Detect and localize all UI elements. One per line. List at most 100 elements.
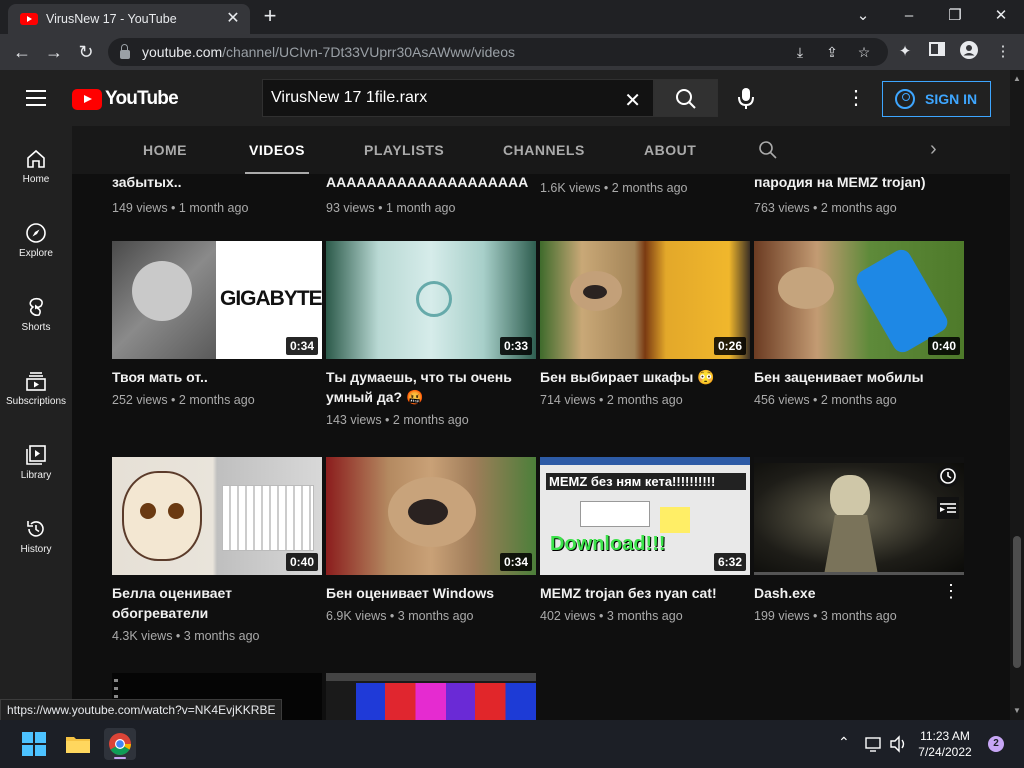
video-title[interactable]: АААААААААААААААААААА [326,174,528,190]
sidebar-item-subscriptions[interactable]: Subscriptions [0,348,72,422]
reload-button[interactable]: ↻ [74,40,98,64]
clear-search-icon[interactable]: ✕ [624,88,641,113]
side-panel-icon[interactable] [926,41,948,63]
video-thumbnail[interactable]: 0:40 [754,241,964,359]
video-card[interactable]: 0:33 Ты думаешь, что ты очень умный да? … [326,241,536,427]
video-title[interactable]: MEMZ trojan без nyan cat! [540,583,740,603]
sidebar-item-history[interactable]: History [0,496,72,570]
video-title[interactable]: забытых.. [112,174,182,190]
video-card[interactable]: 0:40 Белла оценивает обогреватели 4.3K v… [112,457,322,643]
sign-in-button[interactable]: SIGN IN [882,81,991,117]
tab-close-icon[interactable]: ✕ [224,10,242,28]
tab-channels[interactable]: CHANNELS [503,126,585,174]
video-card[interactable]: 0:34 Бен оценивает Windows 6.9K views • … [326,457,536,623]
duration-badge: 0:34 [285,337,318,355]
video-meta: 402 views • 3 months ago [540,609,683,623]
tab-title: VirusNew 17 - YouTube [46,12,177,26]
close-window-button[interactable]: ✕ [986,4,1016,28]
search-button[interactable] [654,79,718,117]
share-icon[interactable]: ⇪ [822,42,842,62]
sidebar-item-shorts[interactable]: Shorts [0,274,72,348]
video-card[interactable] [326,673,536,720]
minimize-button[interactable]: – [894,4,924,28]
video-thumbnail[interactable]: 0:40 [112,457,322,575]
video-thumbnail[interactable] [754,457,964,575]
video-card[interactable]: Dash.exe 199 views • 3 months ago ⋮ [754,457,964,623]
duration-badge: 0:40 [927,337,960,355]
back-button[interactable]: ← [10,40,34,64]
video-meta: 4.3K views • 3 months ago [112,629,260,643]
hamburger-menu-icon[interactable] [26,90,46,106]
new-tab-button[interactable]: + [258,5,282,29]
sidebar-item-label: Home [22,174,50,185]
microphone-icon [738,88,754,109]
chevron-right-icon[interactable]: › [930,138,937,161]
scroll-down-icon[interactable]: ▼ [1013,706,1021,715]
search-icon [676,89,696,109]
system-clock[interactable]: 11:23 AM 7/24/2022 [908,728,982,760]
channel-search-icon[interactable] [758,140,778,165]
scrollbar-thumb[interactable] [1013,536,1021,668]
taskbar: ⌃ 11:23 AM 7/24/2022 2 [0,720,1024,768]
page-scrollbar[interactable]: ▲ ▼ [1010,70,1024,720]
url-field[interactable]: youtube.com/channel/UCIvn-7Dt33VUprr30As… [108,38,888,66]
add-to-queue-icon[interactable] [937,497,959,519]
video-card[interactable]: MEMZ без ням кета!!!!!!!!!! Download!!! … [540,457,750,623]
install-app-icon[interactable]: ⤓ [790,42,810,62]
video-title[interactable]: Бен заценивает мобилы [754,367,954,387]
tab-search-icon[interactable]: ⌄ [848,4,878,28]
video-title[interactable]: Бен оценивает Windows [326,583,526,603]
video-card[interactable]: 0:40 Бен заценивает мобилы 456 views • 2… [754,241,964,407]
sidebar-item-library[interactable]: Library [0,422,72,496]
restore-button[interactable]: ❐ [940,4,970,28]
video-title[interactable]: Белла оценивает обогреватели [112,583,312,623]
video-thumbnail[interactable]: 0:34 [326,457,536,575]
video-more-icon[interactable]: ⋮ [942,579,960,603]
voice-search-button[interactable] [732,84,760,112]
settings-more-icon[interactable]: ⋮ [846,86,866,110]
search-input[interactable] [271,89,611,107]
volume-icon[interactable] [888,734,908,754]
sidebar-item-explore[interactable]: Explore [0,200,72,274]
file-explorer-icon[interactable] [62,728,94,760]
extensions-puzzle-icon[interactable]: ✦ [894,41,916,63]
browser-menu-icon[interactable]: ⋮ [992,41,1014,63]
video-title[interactable]: Бен выбирает шкафы 😳 [540,367,740,387]
sidebar-item-home[interactable]: Home [0,126,72,200]
tab-home[interactable]: HOME [143,126,187,174]
chrome-taskbar-icon[interactable] [104,728,136,760]
video-thumbnail[interactable]: MEMZ без ням кета!!!!!!!!!! Download!!! … [540,457,750,575]
tab-about[interactable]: ABOUT [644,126,696,174]
video-thumbnail[interactable]: GIGABYTE 0:34 [112,241,322,359]
video-card[interactable]: GIGABYTE 0:34 Твоя мать от.. 252 views •… [112,241,322,407]
bookmark-star-icon[interactable]: ☆ [854,42,874,62]
youtube-logo[interactable]: YouTube [72,88,179,110]
thumbnail-text: MEMZ без ням кета!!!!!!!!!! [546,473,746,490]
sidebar-item-label: History [20,544,52,555]
notification-badge[interactable]: 2 [988,736,1004,752]
tab-playlists[interactable]: PLAYLISTS [364,126,444,174]
video-title[interactable]: Dash.exe [754,583,954,603]
video-thumbnail[interactable]: 0:33 [326,241,536,359]
video-title[interactable]: Ты думаешь, что ты очень умный да? 🤬 [326,367,526,407]
forward-button[interactable]: → [42,40,66,64]
chevron-up-icon[interactable]: ⌃ [838,734,850,751]
video-title[interactable]: пародия на MEMZ trojan) [754,174,926,190]
scroll-up-icon[interactable]: ▲ [1013,74,1021,83]
sidebar-item-label: Shorts [21,322,51,333]
video-thumbnail[interactable]: 0:26 [540,241,750,359]
video-card[interactable]: 0:26 Бен выбирает шкафы 😳 714 views • 2 … [540,241,750,407]
watch-later-icon[interactable] [937,465,959,487]
profile-icon[interactable] [958,41,980,63]
lock-icon[interactable] [120,43,130,59]
video-meta: 1.6K views • 2 months ago [540,181,688,195]
tab-videos[interactable]: VIDEOS [245,126,309,174]
video-title[interactable]: Твоя мать от.. [112,367,312,387]
browser-tab[interactable]: VirusNew 17 - YouTube ✕ [8,4,250,34]
video-meta: 93 views • 1 month ago [326,201,456,215]
duration-badge: 0:33 [499,337,532,355]
network-icon[interactable] [864,734,884,754]
windows-start-icon[interactable] [18,728,50,760]
video-thumbnail[interactable] [326,673,536,720]
sidebar-item-label: Library [20,470,52,481]
